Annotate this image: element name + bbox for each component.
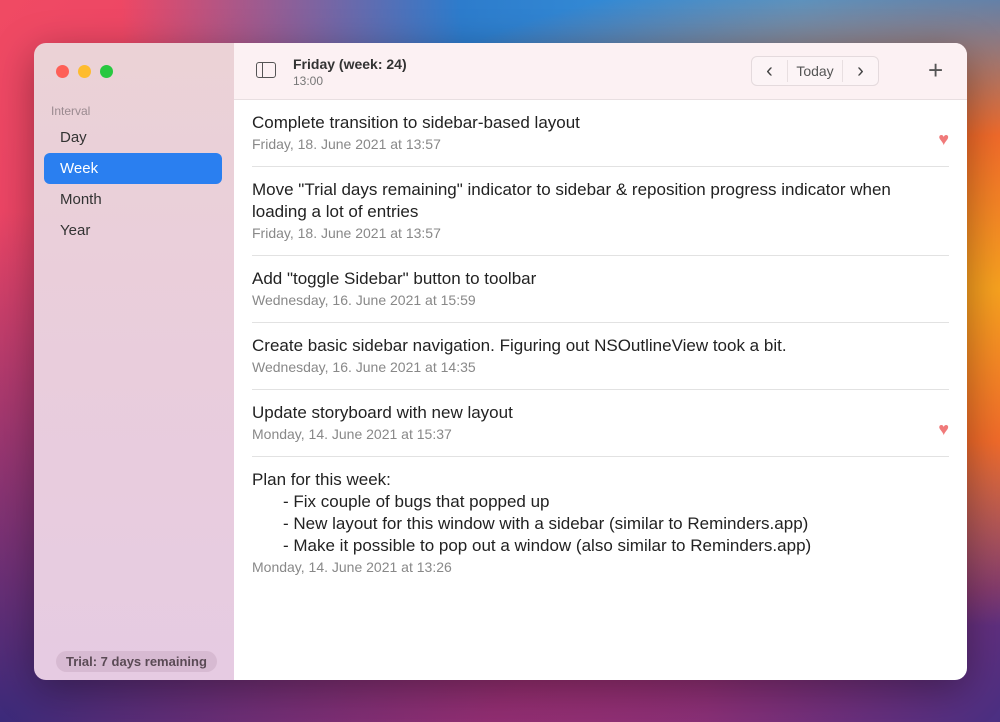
sidebar: Interval Day Week Month Year Trial: 7 da… [34,43,234,680]
entry-title: Create basic sidebar navigation. Figurin… [252,336,787,355]
entry-date: Monday, 14. June 2021 at 15:37 [252,426,452,442]
main-content: Friday (week: 24) 13:00 ‹ Today › + Comp… [234,43,967,680]
heart-icon[interactable]: ♥ [938,129,949,150]
close-button[interactable] [56,65,69,78]
entry-line: - Make it possible to pop out a window (… [283,536,812,555]
sidebar-item-year[interactable]: Year [44,215,222,246]
entry-title: Plan for this week: [252,470,391,489]
heart-icon[interactable]: ♥ [938,419,949,440]
chevron-left-icon[interactable]: ‹ [752,57,787,85]
sidebar-item-day[interactable]: Day [44,122,222,153]
list-item[interactable]: Complete transition to sidebar-based lay… [252,100,949,167]
toggle-sidebar-icon[interactable] [256,62,276,78]
app-window: Interval Day Week Month Year Trial: 7 da… [34,43,967,680]
trial-badge: Trial: 7 days remaining [56,651,217,672]
entry-line: - Fix couple of bugs that popped up [283,492,550,511]
toolbar: Friday (week: 24) 13:00 ‹ Today › + [234,43,967,100]
list-item[interactable]: Update storyboard with new layout Monday… [252,390,949,457]
entry-date: Monday, 14. June 2021 at 13:26 [252,559,452,575]
entry-line: - New layout for this window with a side… [283,514,809,533]
sidebar-section-label: Interval [51,104,91,118]
add-entry-icon[interactable]: + [928,55,943,86]
minimize-button[interactable] [78,65,91,78]
list-item[interactable]: Add "toggle Sidebar" button to toolbar W… [252,256,949,323]
zoom-button[interactable] [100,65,113,78]
list-item[interactable]: Move "Trial days remaining" indicator to… [252,167,949,256]
entry-title: Move "Trial days remaining" indicator to… [252,180,891,221]
entry-date: Wednesday, 16. June 2021 at 15:59 [252,292,476,308]
list-item[interactable]: Plan for this week: - Fix couple of bugs… [252,457,949,589]
entry-title: Update storyboard with new layout [252,403,513,422]
entry-title: Complete transition to sidebar-based lay… [252,113,580,132]
list-item[interactable]: Create basic sidebar navigation. Figurin… [252,323,949,390]
sidebar-item-month[interactable]: Month [44,184,222,215]
today-button[interactable]: Today [787,60,843,82]
page-subtitle: 13:00 [293,74,324,88]
sidebar-item-week[interactable]: Week [44,153,222,184]
entry-list: Complete transition to sidebar-based lay… [234,100,967,589]
entry-date: Friday, 18. June 2021 at 13:57 [252,136,441,152]
entry-title: Add "toggle Sidebar" button to toolbar [252,269,537,288]
entry-date: Wednesday, 16. June 2021 at 14:35 [252,359,476,375]
traffic-lights [56,65,113,78]
page-title: Friday (week: 24) [293,56,407,72]
chevron-right-icon[interactable]: › [843,57,878,85]
date-navigation: ‹ Today › [751,56,879,86]
sidebar-nav: Day Week Month Year [44,122,222,246]
entry-date: Friday, 18. June 2021 at 13:57 [252,225,441,241]
